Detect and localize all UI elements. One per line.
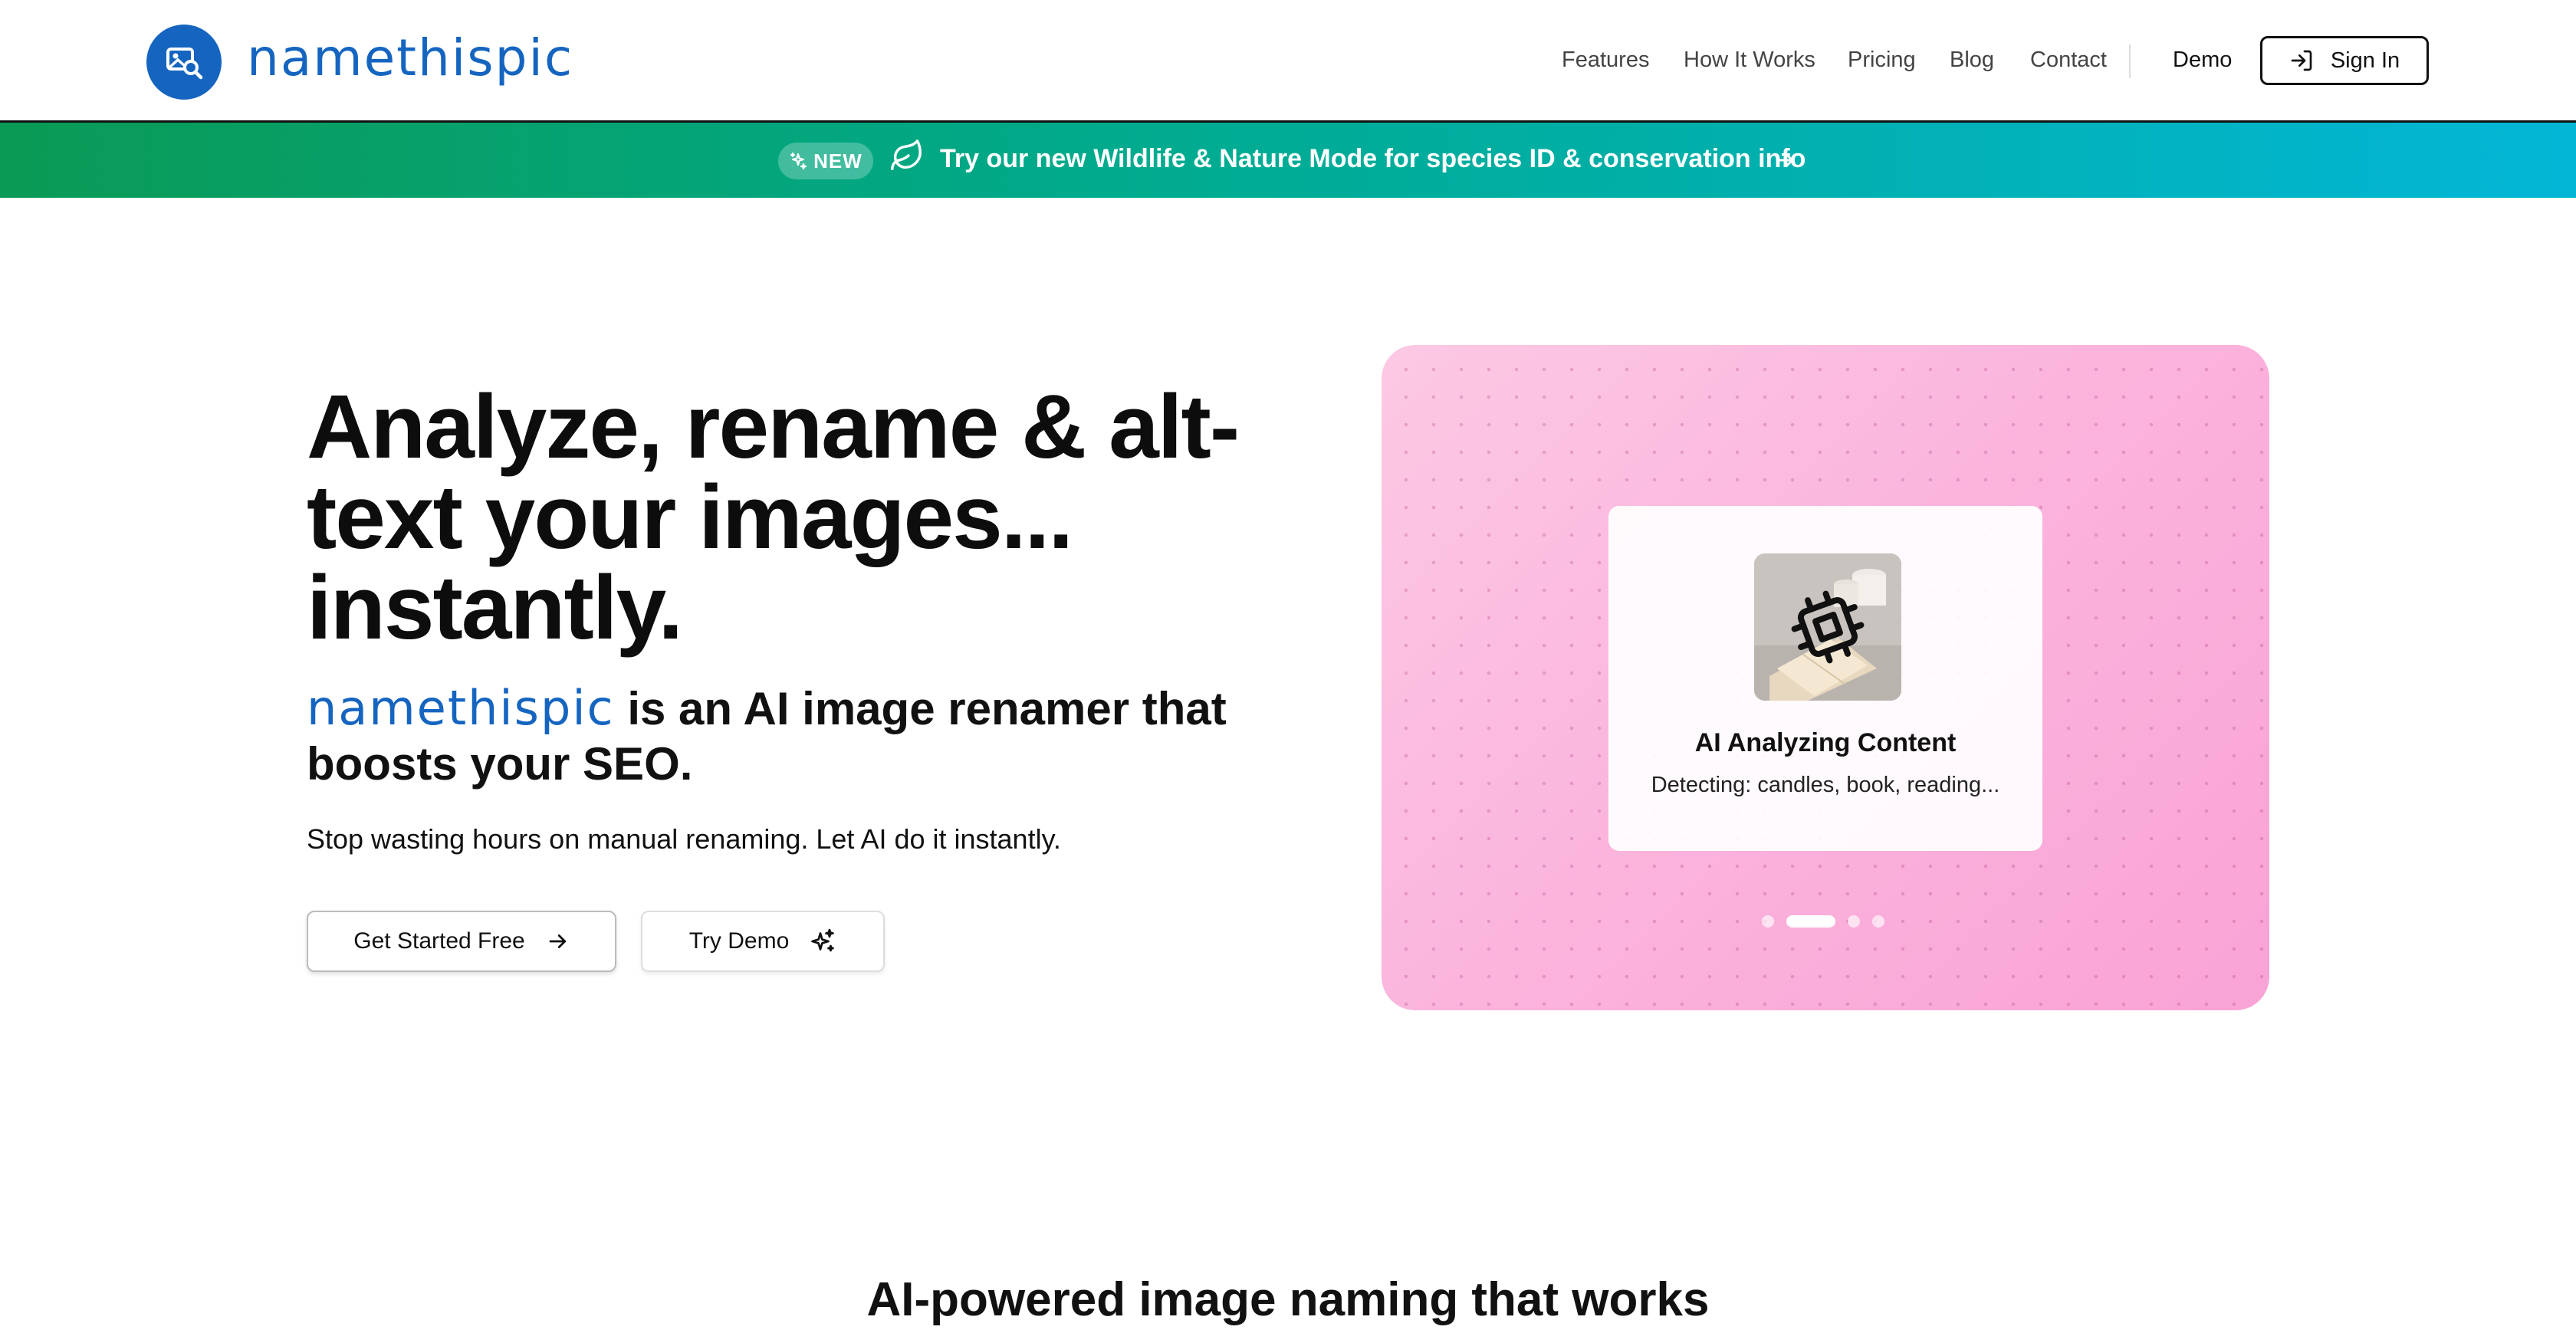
analysis-showcase: AI Analyzing Content Detecting: candles,… [1382, 345, 2269, 1010]
analyzing-card: AI Analyzing Content Detecting: candles,… [1608, 506, 2042, 851]
hero-tagline: Stop wasting hours on manual renaming. L… [307, 823, 1061, 855]
logo-icon[interactable] [146, 25, 222, 100]
hero-subheadline: namethispic is an AI image renamer that … [307, 681, 1288, 792]
leaf-icon [891, 140, 922, 170]
banner-message: Try our new Wildlife & Nature Mode for s… [940, 144, 1806, 173]
arrow-right-icon [1776, 153, 1794, 167]
try-demo-label: Try Demo [688, 928, 790, 954]
nav-pricing[interactable]: Pricing [1848, 48, 1916, 73]
analyzing-title: AI Analyzing Content [1694, 728, 1957, 757]
get-started-label: Get Started Free [353, 928, 525, 954]
get-started-button[interactable]: Get Started Free [307, 911, 616, 972]
preview-thumbnail [1754, 553, 1901, 701]
sparkles-icon [811, 928, 835, 952]
carousel-indicators [1382, 915, 2269, 928]
nav-features[interactable]: Features [1562, 48, 1649, 73]
sign-in-icon [2291, 50, 2312, 71]
try-demo-button[interactable]: Try Demo [641, 911, 885, 972]
hero-headline: Analyze, rename & alt-text your images..… [307, 376, 1240, 658]
new-badge-label: NEW [813, 149, 863, 172]
chip-icon [1791, 590, 1865, 664]
features-heading: AI-powered image naming that works [866, 1273, 1710, 1326]
nav-contact[interactable]: Contact [2030, 48, 2107, 73]
nav-divider [2129, 44, 2131, 78]
sign-in-label: Sign In [2330, 48, 2400, 73]
sparkles-icon [790, 152, 807, 170]
sign-in-button[interactable]: Sign In [2260, 36, 2429, 85]
logo-wordmark[interactable]: namethispic [247, 28, 573, 89]
nav-how-it-works[interactable]: How It Works [1684, 48, 1815, 73]
analyzing-detail: Detecting: candles, book, reading... [1651, 773, 2000, 797]
announcement-banner[interactable]: NEW Try our new Wildlife & Nature Mode f… [0, 123, 2576, 198]
carousel-dot[interactable] [1872, 915, 1884, 928]
new-badge: NEW [778, 143, 873, 179]
carousel-dot[interactable] [1762, 915, 1774, 928]
carousel-dot[interactable] [1848, 915, 1860, 928]
nav-demo[interactable]: Demo [2173, 48, 2232, 73]
carousel-dot-active[interactable] [1786, 915, 1835, 928]
arrow-right-icon [549, 934, 566, 948]
nav-blog[interactable]: Blog [1950, 48, 1994, 73]
site-header: namethispic Features How It Works Pricin… [0, 0, 2576, 123]
hero-brand: namethispic [307, 680, 615, 736]
